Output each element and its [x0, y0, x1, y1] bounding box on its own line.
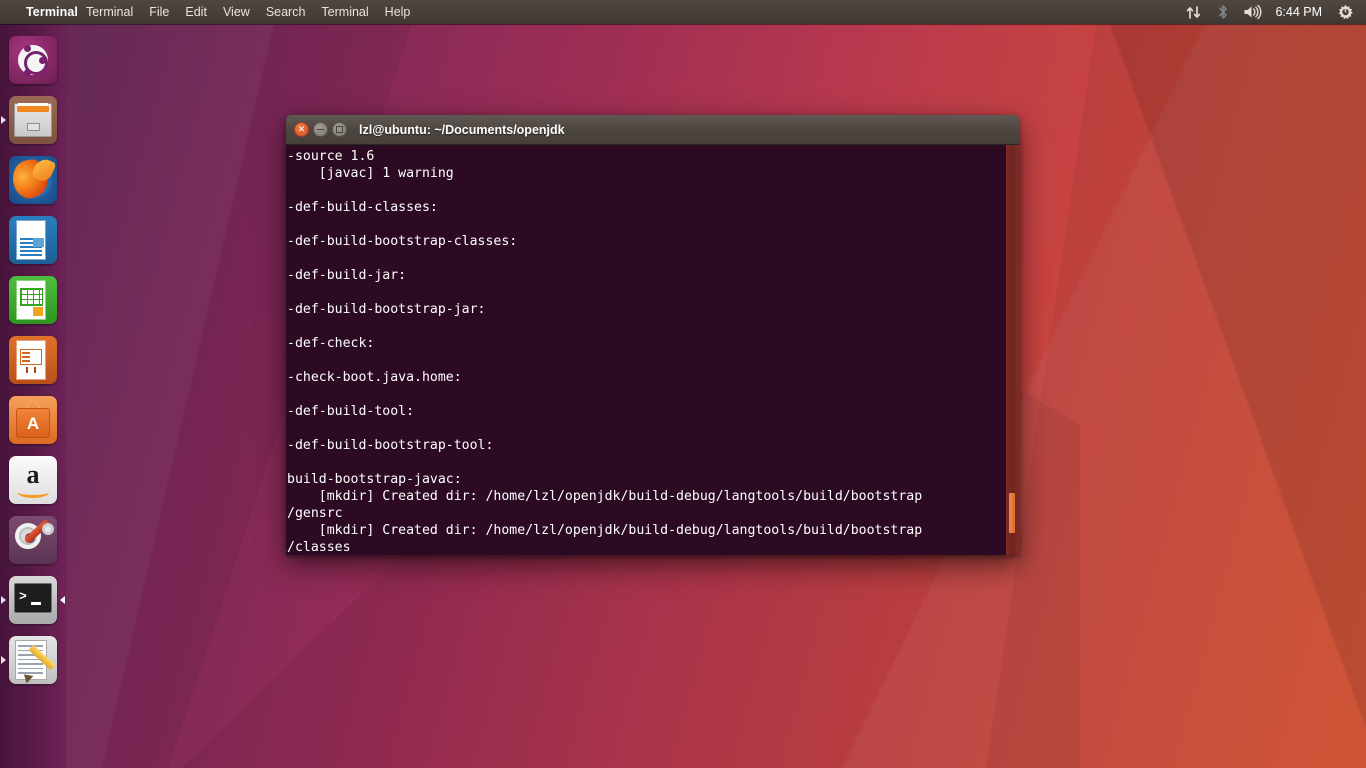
- running-indicator: [1, 656, 6, 664]
- top-panel: Terminal Terminal File Edit View Search …: [0, 0, 1366, 24]
- launcher-item-libreoffice-writer[interactable]: [0, 210, 66, 270]
- focused-indicator: [60, 596, 65, 604]
- menu-bar: Terminal File Edit View Search Terminal …: [78, 0, 418, 24]
- launcher-item-text-editor[interactable]: [0, 630, 66, 690]
- unity-launcher: A a >: [0, 24, 66, 768]
- launcher-item-libreoffice-calc[interactable]: [0, 270, 66, 330]
- close-icon[interactable]: ✕: [294, 122, 309, 137]
- menu-item-view[interactable]: View: [215, 0, 258, 24]
- menu-item-help[interactable]: Help: [377, 0, 419, 24]
- desktop-screen: Terminal Terminal File Edit View Search …: [0, 0, 1366, 768]
- launcher-item-terminal[interactable]: >: [0, 570, 66, 630]
- gear-wrench-icon: [9, 516, 57, 564]
- system-tray: 6:44 PM: [1181, 0, 1366, 24]
- menu-item-file[interactable]: File: [141, 0, 177, 24]
- shopping-bag-icon: A: [9, 396, 57, 444]
- panel-app-name: Terminal: [26, 5, 78, 19]
- network-up-down-arrows-icon[interactable]: [1181, 0, 1207, 24]
- launcher-item-dash-home[interactable]: [0, 30, 66, 90]
- launcher-item-files[interactable]: [0, 90, 66, 150]
- terminal-window[interactable]: ✕ lzl@ubuntu: ~/Documents/openjdk -sourc…: [286, 115, 1019, 555]
- file-cabinet-icon: [9, 96, 57, 144]
- running-indicator: [1, 116, 6, 124]
- running-indicator: [1, 596, 6, 604]
- spreadsheet-calc-icon: [9, 276, 57, 324]
- presentation-impress-icon: [9, 336, 57, 384]
- launcher-item-software-center[interactable]: A: [0, 390, 66, 450]
- maximize-icon[interactable]: [332, 122, 347, 137]
- gear-power-icon[interactable]: [1332, 0, 1358, 24]
- launcher-item-amazon[interactable]: a: [0, 450, 66, 510]
- document-writer-icon: [9, 216, 57, 264]
- menu-item-terminal-2[interactable]: Terminal: [313, 0, 376, 24]
- clock[interactable]: 6:44 PM: [1268, 0, 1329, 24]
- bluetooth-icon[interactable]: [1210, 0, 1236, 24]
- window-title-bar[interactable]: ✕ lzl@ubuntu: ~/Documents/openjdk: [286, 115, 1019, 145]
- window-title: lzl@ubuntu: ~/Documents/openjdk: [359, 122, 565, 137]
- scrollbar-thumb[interactable]: [1009, 493, 1015, 533]
- menu-item-edit[interactable]: Edit: [177, 0, 215, 24]
- launcher-item-firefox[interactable]: [0, 150, 66, 210]
- terminal-scrollbar[interactable]: [1006, 145, 1019, 555]
- terminal-body[interactable]: -source 1.6 [javac] 1 warning -def-build…: [286, 145, 1019, 555]
- notepad-pencil-icon: [9, 636, 57, 684]
- launcher-item-system-settings[interactable]: [0, 510, 66, 570]
- firefox-icon: [9, 156, 57, 204]
- amazon-icon: a: [9, 456, 57, 504]
- launcher-item-libreoffice-impress[interactable]: [0, 330, 66, 390]
- minimize-icon[interactable]: [313, 122, 328, 137]
- menu-item-search[interactable]: Search: [258, 0, 314, 24]
- volume-speaker-icon[interactable]: [1239, 0, 1265, 24]
- ubuntu-logo-icon: [9, 36, 57, 84]
- terminal-output: -source 1.6 [javac] 1 warning -def-build…: [287, 149, 923, 555]
- menu-item-terminal[interactable]: Terminal: [78, 0, 141, 24]
- terminal-icon: >: [9, 576, 57, 624]
